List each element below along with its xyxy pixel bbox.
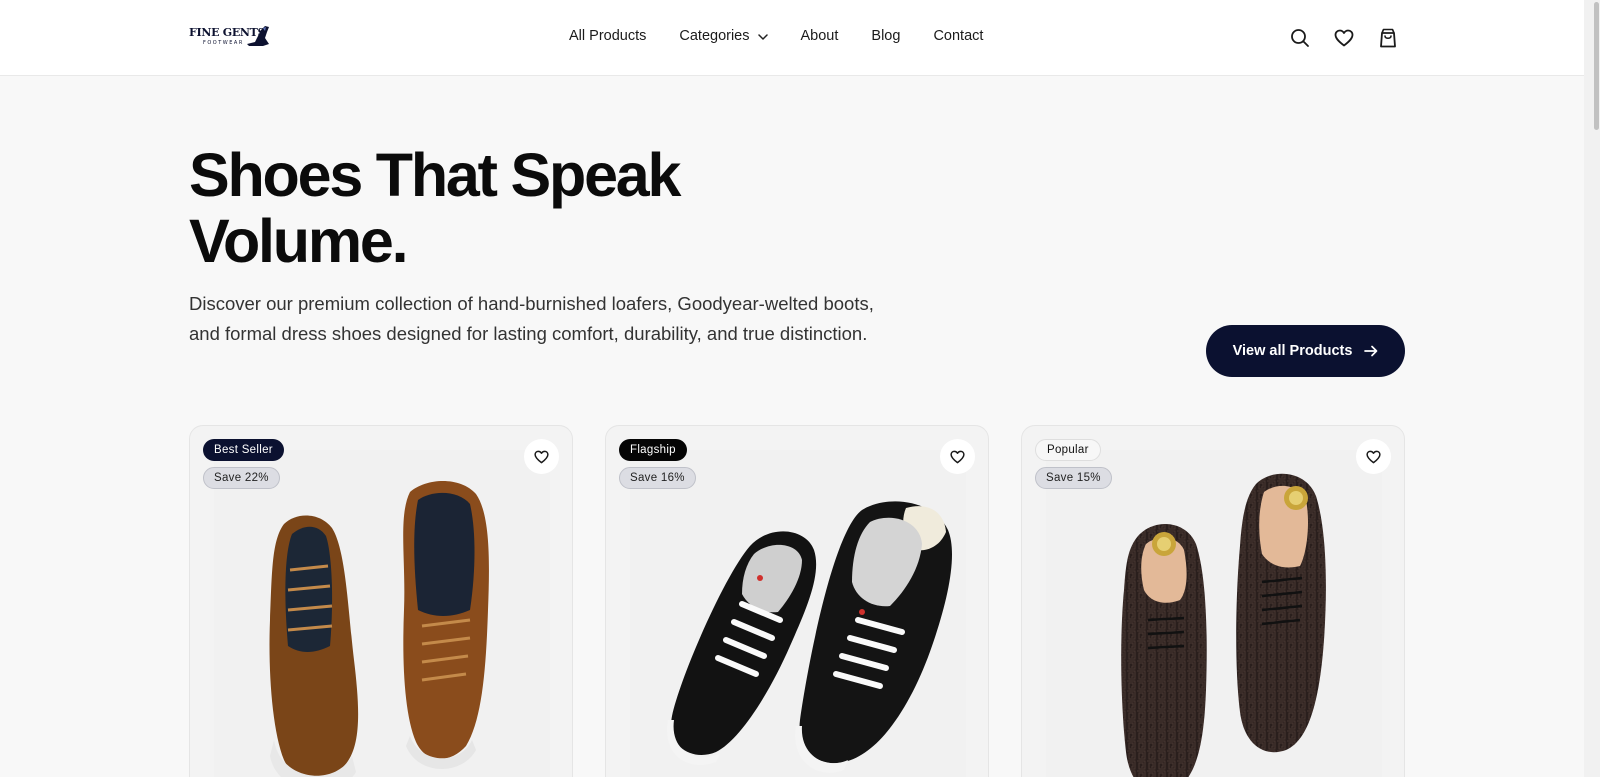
product-card[interactable]: Best Seller Save 22% (189, 425, 573, 777)
nav-categories[interactable]: Categories (679, 28, 768, 44)
heart-icon[interactable] (1333, 27, 1355, 49)
hero-title: Shoes That Speak Volume. (189, 141, 681, 275)
header-actions (1289, 27, 1399, 49)
discount-badge: Save 16% (619, 467, 696, 489)
view-all-products-label: View all Products (1232, 343, 1353, 359)
view-all-products-button[interactable]: View all Products (1206, 325, 1405, 377)
nav-blog-label: Blog (871, 28, 901, 44)
embossed-oxford-shoes-image[interactable] (1046, 450, 1382, 777)
shoe-logo-icon (247, 26, 269, 46)
product-card[interactable]: Flagship Save 16% (605, 425, 989, 777)
hero-description: Discover our premium collection of hand-… (189, 293, 874, 344)
page-scrollbar[interactable] (1584, 0, 1600, 777)
nav-all-products[interactable]: All Products (569, 28, 646, 44)
scrollbar-thumb[interactable] (1594, 2, 1599, 130)
nav-contact-label: Contact (933, 28, 984, 44)
site-header: FINE GENTS FOOTWEAR All Products Categor… (0, 0, 1584, 76)
discount-badge: Save 22% (203, 467, 280, 489)
arrow-right-icon (1364, 345, 1378, 357)
nav-blog[interactable]: Blog (871, 28, 900, 44)
wishlist-heart-icon[interactable] (1356, 439, 1391, 474)
logo-tagline: FOOTWEAR (203, 40, 244, 46)
brown-leather-sneakers-image[interactable] (214, 450, 550, 777)
brand-logo[interactable]: FINE GENTS FOOTWEAR (189, 24, 275, 50)
product-badge: Flagship (619, 439, 687, 461)
main-nav: All Products Categories About Blog Conta… (569, 28, 983, 44)
nav-about[interactable]: About (801, 28, 839, 44)
nav-about-label: About (800, 28, 839, 44)
wishlist-heart-icon[interactable] (940, 439, 975, 474)
product-badge: Popular (1035, 439, 1101, 461)
product-badge: Best Seller (203, 439, 284, 461)
wishlist-heart-icon[interactable] (524, 439, 559, 474)
product-card[interactable]: Popular Save 15% (1021, 425, 1405, 777)
chevron-down-icon (757, 28, 768, 44)
shopping-bag-icon[interactable] (1377, 27, 1399, 49)
nav-categories-label: Categories (679, 28, 750, 44)
black-white-sneakers-image[interactable] (630, 450, 966, 777)
nav-contact[interactable]: Contact (933, 28, 983, 44)
search-icon[interactable] (1289, 27, 1311, 49)
nav-all-products-label: All Products (569, 28, 647, 44)
discount-badge: Save 15% (1035, 467, 1112, 489)
